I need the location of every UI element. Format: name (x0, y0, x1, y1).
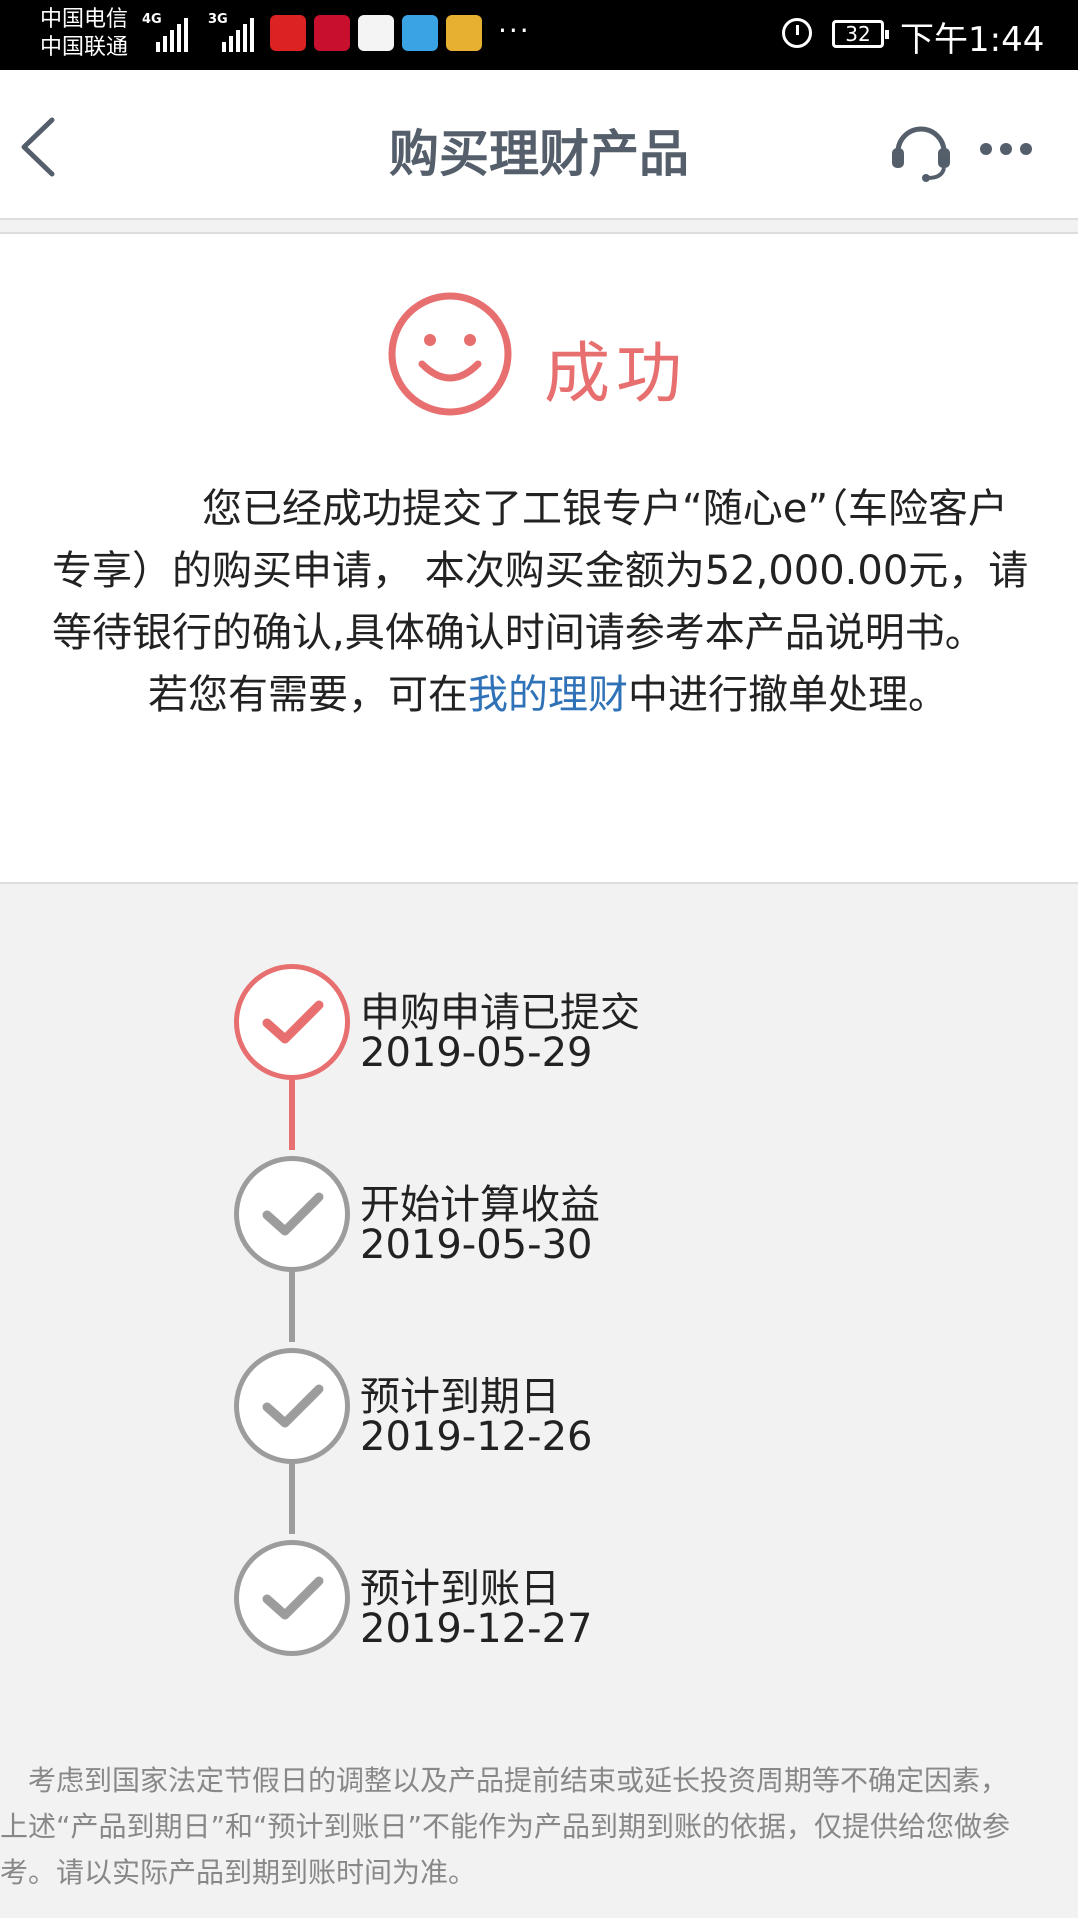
bank-app-icon (314, 15, 350, 51)
step-date: 2019-05-30 (360, 1222, 593, 1268)
progress-timeline: 申购申请已提交 2019-05-29 开始计算收益 2019-05-30 预计到… (0, 884, 1078, 1684)
message-paragraph-1: 您已经成功提交了工银专户“随心e”（车险客户专享）的购买申请， 本次购买金额为5… (52, 486, 1029, 656)
signal-4g-icon: 4G (142, 12, 188, 52)
carrier-names: 中国电信 中国联通 (40, 6, 128, 62)
status-bar: 中国电信 中国联通 4G 3G ··· 32 下午1:44 (0, 0, 1078, 70)
video-app-icon (402, 15, 438, 51)
disclaimer-line: 考虑到国家法定节假日的调整以及产品提前结束或延长投资周期等不确定因素， (28, 1764, 1009, 1797)
alarm-icon (782, 18, 812, 48)
step-date: 2019-05-29 (360, 1030, 593, 1076)
result-card: 成功 您已经成功提交了工银专户“随心e”（车险客户专享）的购买申请， 本次购买金… (0, 234, 1078, 884)
timeline-connector (289, 1074, 295, 1150)
browser-app-icon (358, 15, 394, 51)
signal-3g-icon: 3G (208, 12, 254, 52)
disclaimer: 考虑到国家法定节假日的调整以及产品提前结束或延长投资周期等不确定因素， 上述“产… (0, 1758, 1078, 1896)
carrier-1: 中国电信 (40, 7, 129, 32)
battery-icon: 32 (832, 20, 889, 48)
disclaimer-line: 考。请以实际产品到期到账时间为准。 (0, 1856, 477, 1889)
result-message: 您已经成功提交了工银专户“随心e”（车险客户专享）的购买申请， 本次购买金额为5… (52, 478, 1032, 726)
more-notifications-icon: ··· (498, 14, 531, 47)
status-time: 下午1:44 (900, 20, 1045, 60)
disclaimer-line: 上述“产品到期日”和“预计到账日”不能作为产品到期到账的依据，仅提供给您做参 (0, 1810, 1011, 1843)
step-check-icon (234, 1540, 350, 1656)
app-header: 购买理财产品 (0, 70, 1078, 220)
step-date: 2019-12-26 (360, 1414, 593, 1460)
headset-icon[interactable] (888, 118, 954, 182)
my-wealth-link[interactable]: 我的理财 (468, 672, 628, 718)
step-check-icon (234, 964, 350, 1080)
success-label: 成功 (544, 335, 688, 412)
step-date: 2019-12-27 (360, 1606, 593, 1652)
mail-app-icon (446, 15, 482, 51)
weibo-app-icon (270, 15, 306, 51)
more-dots-icon[interactable] (980, 134, 1040, 164)
smiley-icon (386, 290, 514, 418)
carrier-2: 中国联通 (40, 35, 129, 60)
step-check-icon (234, 1156, 350, 1272)
step-check-icon (234, 1348, 350, 1464)
timeline-connector (289, 1266, 295, 1342)
header-divider (0, 218, 1078, 234)
message-paragraph-2: 若您有需要，可在我的理财中进行撤单处理。 (148, 672, 948, 718)
timeline-connector (289, 1458, 295, 1534)
